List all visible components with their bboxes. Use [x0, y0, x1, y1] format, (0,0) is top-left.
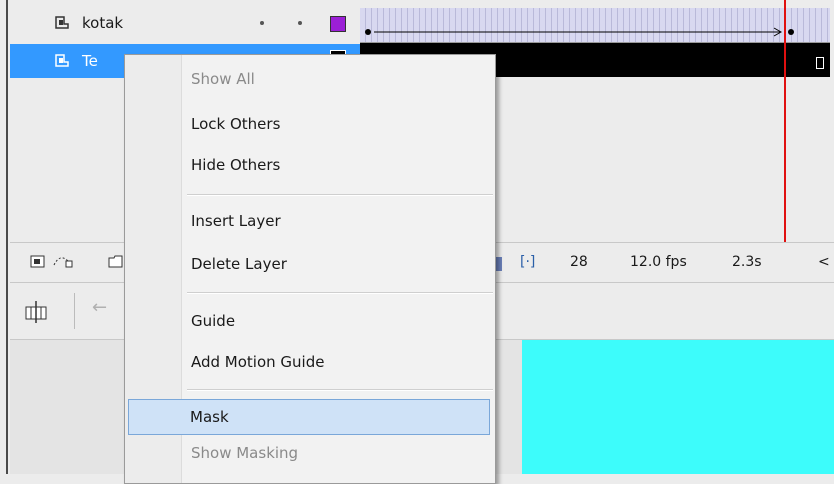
layer-icon	[55, 16, 69, 29]
frames-row-kotak[interactable]	[360, 8, 830, 43]
current-frame: 28	[570, 254, 588, 270]
layer-icon	[55, 54, 69, 67]
layer-name: kotak	[82, 14, 124, 32]
menu-separator	[187, 389, 493, 391]
lock-dot[interactable]	[298, 21, 302, 25]
menu-item-insert-layer[interactable]: Insert Layer	[129, 203, 491, 239]
layer-name: Te	[82, 52, 98, 70]
edit-multiple-frames-icon[interactable]: [·]	[520, 254, 535, 270]
menu-item-show-all: Show All	[191, 70, 255, 88]
scroll-left-icon[interactable]: <	[818, 254, 830, 270]
visibility-dot[interactable]	[260, 21, 264, 25]
motion-tween-arrow	[365, 23, 794, 42]
layer-context-menu: Show All Lock Others Hide Others Insert …	[124, 54, 496, 484]
playhead[interactable]	[784, 0, 786, 242]
back-arrow-icon[interactable]: ←	[92, 297, 107, 318]
frame-rate: 12.0 fps	[630, 254, 687, 270]
stage-canvas[interactable]	[522, 340, 834, 474]
new-folder-icon[interactable]	[108, 255, 124, 269]
menu-item-delete-layer[interactable]: Delete Layer	[129, 246, 491, 282]
panel-left-edge	[0, 0, 8, 474]
timeline-toggle-icon[interactable]	[24, 299, 48, 325]
layer-color-swatch[interactable]	[330, 16, 346, 32]
add-motion-guide-icon[interactable]	[52, 253, 74, 269]
menu-item-mask[interactable]: Mask	[128, 399, 490, 435]
menu-item-guide[interactable]: Guide	[129, 303, 491, 339]
keyframe-end-marker	[816, 57, 824, 69]
new-layer-icon[interactable]	[30, 255, 46, 269]
toolbar-divider	[74, 293, 75, 329]
menu-item-hide-others[interactable]: Hide Others	[129, 147, 491, 183]
menu-separator	[187, 292, 493, 294]
onion-skin-icon[interactable]	[496, 257, 502, 271]
elapsed-time: 2.3s	[732, 254, 762, 270]
layer-row-kotak[interactable]: kotak	[10, 6, 360, 40]
menu-item-lock-others[interactable]: Lock Others	[129, 106, 491, 142]
menu-separator	[187, 194, 493, 196]
menu-item-add-motion-guide[interactable]: Add Motion Guide	[129, 344, 491, 380]
menu-item-show-masking: Show Masking	[191, 444, 299, 462]
